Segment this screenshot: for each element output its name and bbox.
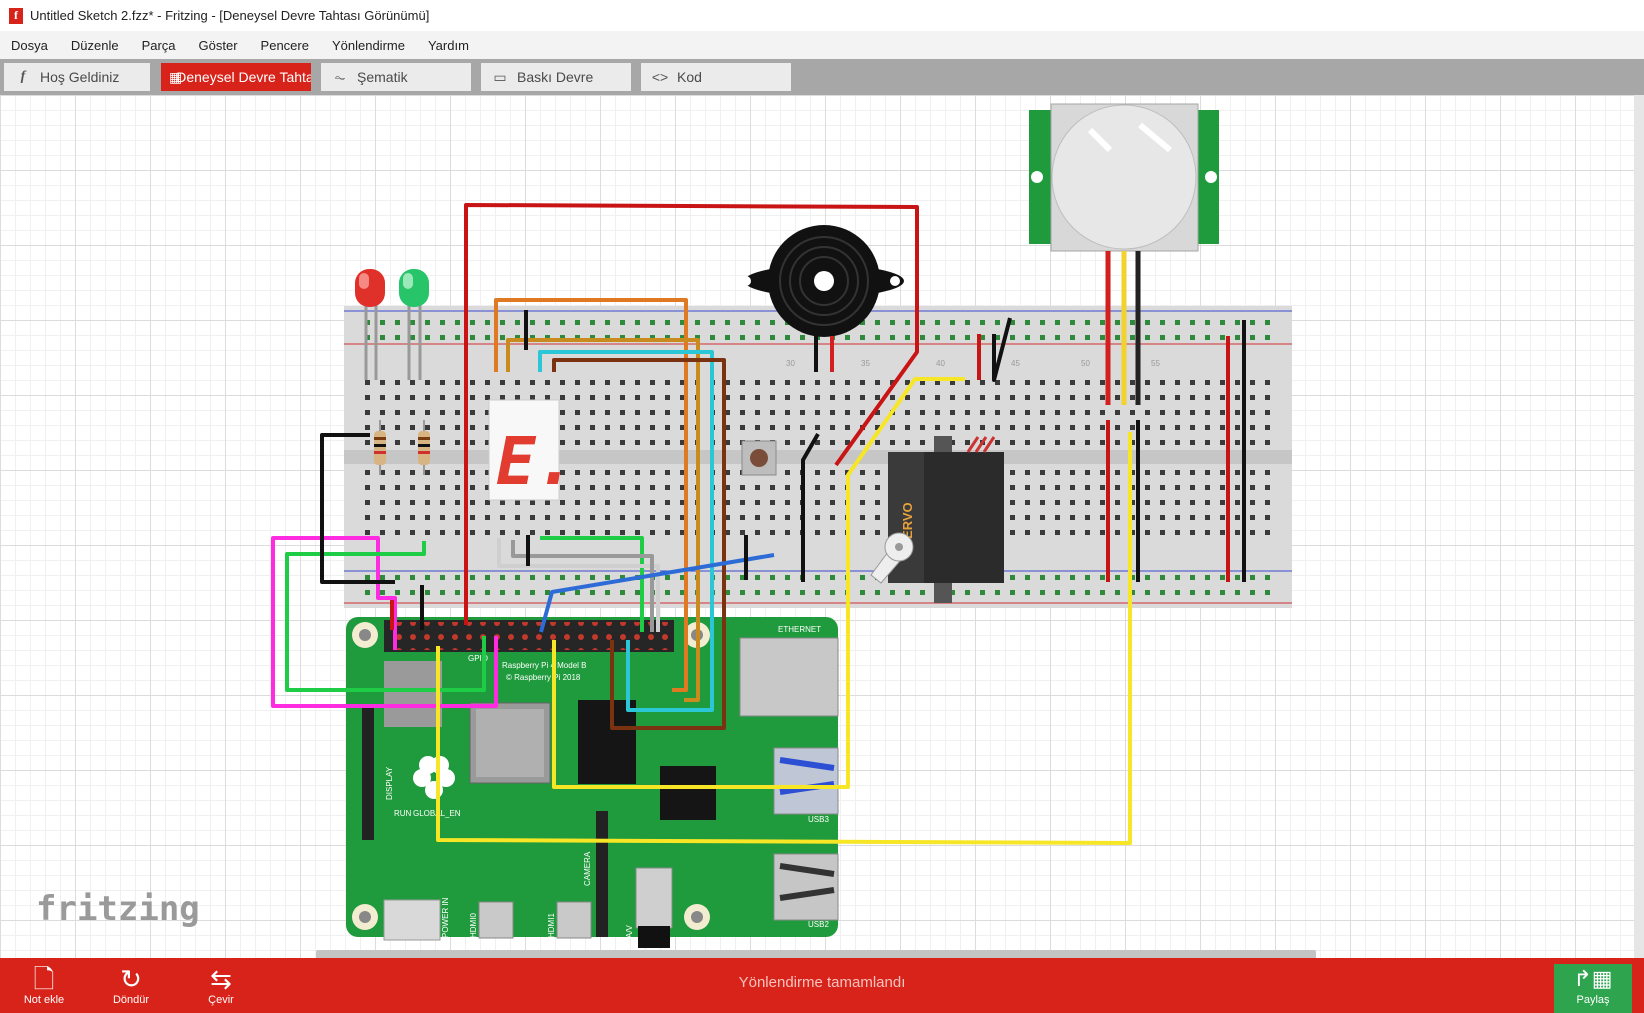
breadboard-canvas[interactable]: 30 35 40 45 50 55 E. SERVO Raspberry Pi … [0, 95, 1644, 958]
svg-text:E.: E. [496, 423, 575, 500]
svg-text:CAMERA: CAMERA [583, 851, 592, 886]
menu-yonlendirme[interactable]: Yönlendirme [321, 38, 417, 53]
tab-welcome[interactable]: f Hoş Geldiniz [4, 63, 150, 91]
svg-text:35: 35 [861, 359, 870, 368]
push-button[interactable] [741, 440, 777, 476]
vertical-scrollbar[interactable] [1634, 95, 1644, 958]
menu-pencere[interactable]: Pencere [250, 38, 321, 53]
menu-parca[interactable]: Parça [131, 38, 188, 53]
svg-text:DISPLAY: DISPLAY [385, 766, 394, 800]
svg-text:Raspberry Pi 4 Model B: Raspberry Pi 4 Model B [502, 661, 586, 670]
servo-motor[interactable]: SERVO [870, 436, 1004, 603]
svg-text:HDMI0: HDMI0 [469, 913, 478, 938]
svg-text:45: 45 [1011, 359, 1020, 368]
menu-bar: Dosya Düzenle Parça Göster Pencere Yönle… [0, 31, 1644, 59]
tabs-bar: f Hoş Geldiniz ▦ Deneysel Devre Tahtası … [0, 59, 1644, 95]
tab-code[interactable]: <> Kod [641, 63, 791, 91]
fritzing-f-icon: f [9, 7, 23, 24]
code-icon: <> [651, 69, 669, 85]
title-bar: f Untitled Sketch 2.fzz* - Fritzing - [D… [0, 0, 1644, 32]
bottom-toolbar: 🗋 Not ekle ↻ Döndür ⇆ Çevir Yönlendirme … [0, 958, 1644, 1013]
window-title: Untitled Sketch 2.fzz* - Fritzing - [Den… [30, 8, 430, 23]
svg-text:A/V: A/V [625, 924, 634, 938]
pcb-icon: ▭ [493, 68, 507, 85]
share-button[interactable]: ↱▦ Paylaş [1554, 964, 1632, 1013]
svg-text:USB3: USB3 [808, 815, 829, 824]
svg-text:USB2: USB2 [808, 920, 829, 929]
svg-text:© Raspberry Pi 2018: © Raspberry Pi 2018 [506, 673, 581, 682]
circuit-drawing: 30 35 40 45 50 55 E. SERVO Raspberry Pi … [36, 103, 1292, 948]
svg-text:RUN: RUN [394, 809, 412, 818]
menu-dosya[interactable]: Dosya [0, 38, 60, 53]
raspberry-pi-board[interactable]: Raspberry Pi 4 Model B © Raspberry Pi 20… [346, 617, 839, 948]
fritzing-icon: f [20, 69, 26, 84]
menu-goster[interactable]: Göster [188, 38, 250, 53]
svg-text:40: 40 [936, 359, 945, 368]
svg-text:50: 50 [1081, 359, 1090, 368]
tab-breadboard[interactable]: ▦ Deneysel Devre Tahtası [161, 63, 311, 91]
svg-text:ETHERNET: ETHERNET [778, 625, 821, 634]
schematic-icon: ⏦ [334, 68, 346, 85]
svg-text:HDMI1: HDMI1 [547, 913, 556, 938]
svg-text:30: 30 [786, 359, 795, 368]
tab-schematic[interactable]: ⏦ Şematik [321, 63, 471, 91]
tab-pcb[interactable]: ▭ Baskı Devre [481, 63, 631, 91]
menu-yardim[interactable]: Yardım [417, 38, 481, 53]
fritzing-watermark: fritzing [36, 889, 200, 929]
routing-status: Yönlendirme tamamlandı [738, 974, 906, 991]
svg-text:55: 55 [1151, 359, 1160, 368]
svg-text:POWER IN: POWER IN [441, 897, 450, 938]
share-icon: ↱▦ [1573, 966, 1613, 991]
menu-duzenle[interactable]: Düzenle [60, 38, 131, 53]
